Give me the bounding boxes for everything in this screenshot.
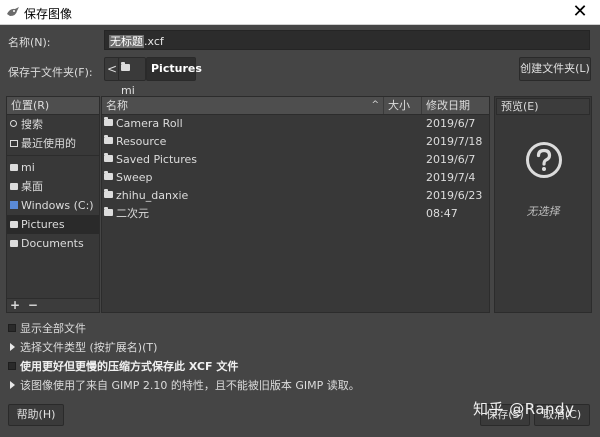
file-date: 2019/7/4 [426, 171, 476, 184]
filename-input[interactable]: 无标题.xcf [104, 30, 590, 50]
places-panel: 位置(R) 搜索 最近使用的 mi 桌面 Windows (C:) Pictur… [6, 96, 100, 313]
folder-icon [10, 164, 18, 171]
file-row[interactable]: Resource 2019/7/18 [102, 133, 489, 151]
folder-icon [10, 221, 18, 228]
column-label: 名称 [106, 99, 128, 112]
select-file-type-expander[interactable]: 选择文件类型 (按扩展名)(T) [8, 341, 157, 355]
gimp-app-icon [7, 7, 19, 16]
file-name-text: Camera Roll [116, 117, 183, 130]
create-folder-button[interactable]: 创建文件夹(L) [519, 57, 591, 81]
folder-icon [104, 135, 113, 144]
preview-header[interactable]: 预览(E) [496, 98, 590, 115]
file-row[interactable]: 二次元 08:47 [102, 205, 489, 223]
file-name-text: zhihu_danxie [116, 189, 189, 202]
folder-icon [104, 171, 113, 180]
file-date: 2019/6/7 [426, 153, 476, 166]
checkbox-box [8, 324, 16, 332]
file-name-text: 二次元 [116, 207, 149, 220]
place-label: 桌面 [21, 180, 43, 193]
window-title: 保存图像 [24, 7, 73, 21]
no-selection-text: 无选择 [526, 205, 560, 218]
column-modified[interactable]: 修改日期 [422, 97, 490, 114]
file-row[interactable]: Camera Roll 2019/6/7 [102, 115, 489, 133]
filename-extension: .xcf [144, 35, 164, 48]
places-footer: + − [7, 298, 99, 312]
save-image-dialog: 保存图像 ✕ 名称(N): 无标题.xcf 保存于文件夹(F): < mi Pi… [0, 0, 600, 437]
file-list: 名称 ^ 大小 修改日期 Camera Roll 2019/6/7 Resource… [101, 96, 490, 313]
place-recent[interactable]: 最近使用的 [7, 134, 99, 153]
place-label: Pictures [21, 218, 65, 231]
folder-icon [104, 153, 113, 162]
question-mark-icon [526, 142, 562, 178]
add-bookmark-button[interactable]: + [10, 298, 20, 312]
help-button[interactable]: 帮助(H) [8, 404, 64, 426]
sort-ascending-icon: ^ [371, 100, 379, 110]
expander-arrow-icon [10, 381, 15, 389]
file-row[interactable]: Sweep 2019/7/4 [102, 169, 489, 187]
folder-icon [104, 117, 113, 126]
place-label: Windows (C:) [21, 199, 94, 212]
close-button[interactable]: ✕ [568, 1, 592, 23]
place-documents[interactable]: Documents [7, 234, 99, 253]
file-date: 2019/6/7 [426, 117, 476, 130]
file-name: 二次元 [104, 205, 149, 223]
places-header: 位置(R) [7, 97, 99, 115]
column-name[interactable]: 名称 ^ [102, 97, 384, 114]
filename-selected-text: 无标题 [109, 35, 144, 48]
place-windows-c[interactable]: Windows (C:) [7, 196, 99, 215]
compat-notice-expander[interactable]: 该图像使用了来自 GIMP 2.10 的特性，且不能被旧版本 GIMP 读取。 [8, 379, 360, 393]
search-icon [10, 120, 17, 127]
file-date: 2019/7/18 [426, 135, 483, 148]
recent-icon [10, 140, 18, 147]
remove-bookmark-button[interactable]: − [28, 298, 38, 312]
file-row[interactable]: zhihu_danxie 2019/6/23 [102, 187, 489, 205]
windows-drive-icon [10, 201, 18, 209]
option-label: 使用更好但更慢的压缩方式保存此 XCF 文件 [20, 360, 239, 373]
folder-icon [10, 183, 18, 190]
places-separator [7, 155, 99, 156]
folder-icon [121, 62, 130, 71]
place-pictures[interactable]: Pictures [7, 215, 99, 234]
path-crumb-mi[interactable]: mi [118, 57, 146, 97]
folder-icon [104, 189, 113, 198]
option-label: 该图像使用了来自 GIMP 2.10 的特性，且不能被旧版本 GIMP 读取。 [20, 379, 360, 392]
zhihu-watermark: 知乎 @Randy [473, 400, 575, 418]
file-name: Sweep [104, 169, 153, 187]
option-label: 选择文件类型 (按扩展名)(T) [20, 341, 158, 354]
path-crumb-pictures[interactable]: Pictures [146, 57, 202, 81]
place-label: mi [21, 161, 35, 174]
file-name: Saved Pictures [104, 151, 197, 169]
place-mi[interactable]: mi [7, 158, 99, 177]
file-name-text: Sweep [116, 171, 153, 184]
option-label: 显示全部文件 [20, 322, 86, 335]
file-name-text: Resource [116, 135, 167, 148]
place-label: 搜索 [21, 118, 43, 131]
column-size[interactable]: 大小 [384, 97, 422, 114]
file-name: Camera Roll [104, 115, 183, 133]
file-row[interactable]: Saved Pictures 2019/6/7 [102, 151, 489, 169]
expander-arrow-icon [10, 343, 15, 351]
file-date: 08:47 [426, 207, 458, 220]
name-label: 名称(N): [8, 36, 51, 49]
folder-icon [10, 240, 18, 247]
title-bar: 保存图像 ✕ [0, 0, 600, 25]
folder-icon [104, 207, 113, 216]
file-name: Resource [104, 133, 166, 151]
place-label: Documents [21, 237, 84, 250]
file-date: 2019/6/23 [426, 189, 483, 202]
save-in-folder-label: 保存于文件夹(F): [8, 66, 93, 79]
file-list-header: 名称 ^ 大小 修改日期 [102, 97, 489, 115]
show-all-files-checkbox[interactable]: 显示全部文件 [8, 322, 86, 336]
file-name-text: Saved Pictures [116, 153, 198, 166]
place-desktop[interactable]: 桌面 [7, 177, 99, 196]
place-search[interactable]: 搜索 [7, 115, 99, 134]
checkbox-box [8, 362, 16, 370]
place-label: 最近使用的 [21, 137, 76, 150]
better-compression-checkbox[interactable]: 使用更好但更慢的压缩方式保存此 XCF 文件 [8, 360, 238, 374]
preview-panel: 预览(E) 无选择 [494, 96, 592, 313]
file-name: zhihu_danxie [104, 187, 188, 205]
